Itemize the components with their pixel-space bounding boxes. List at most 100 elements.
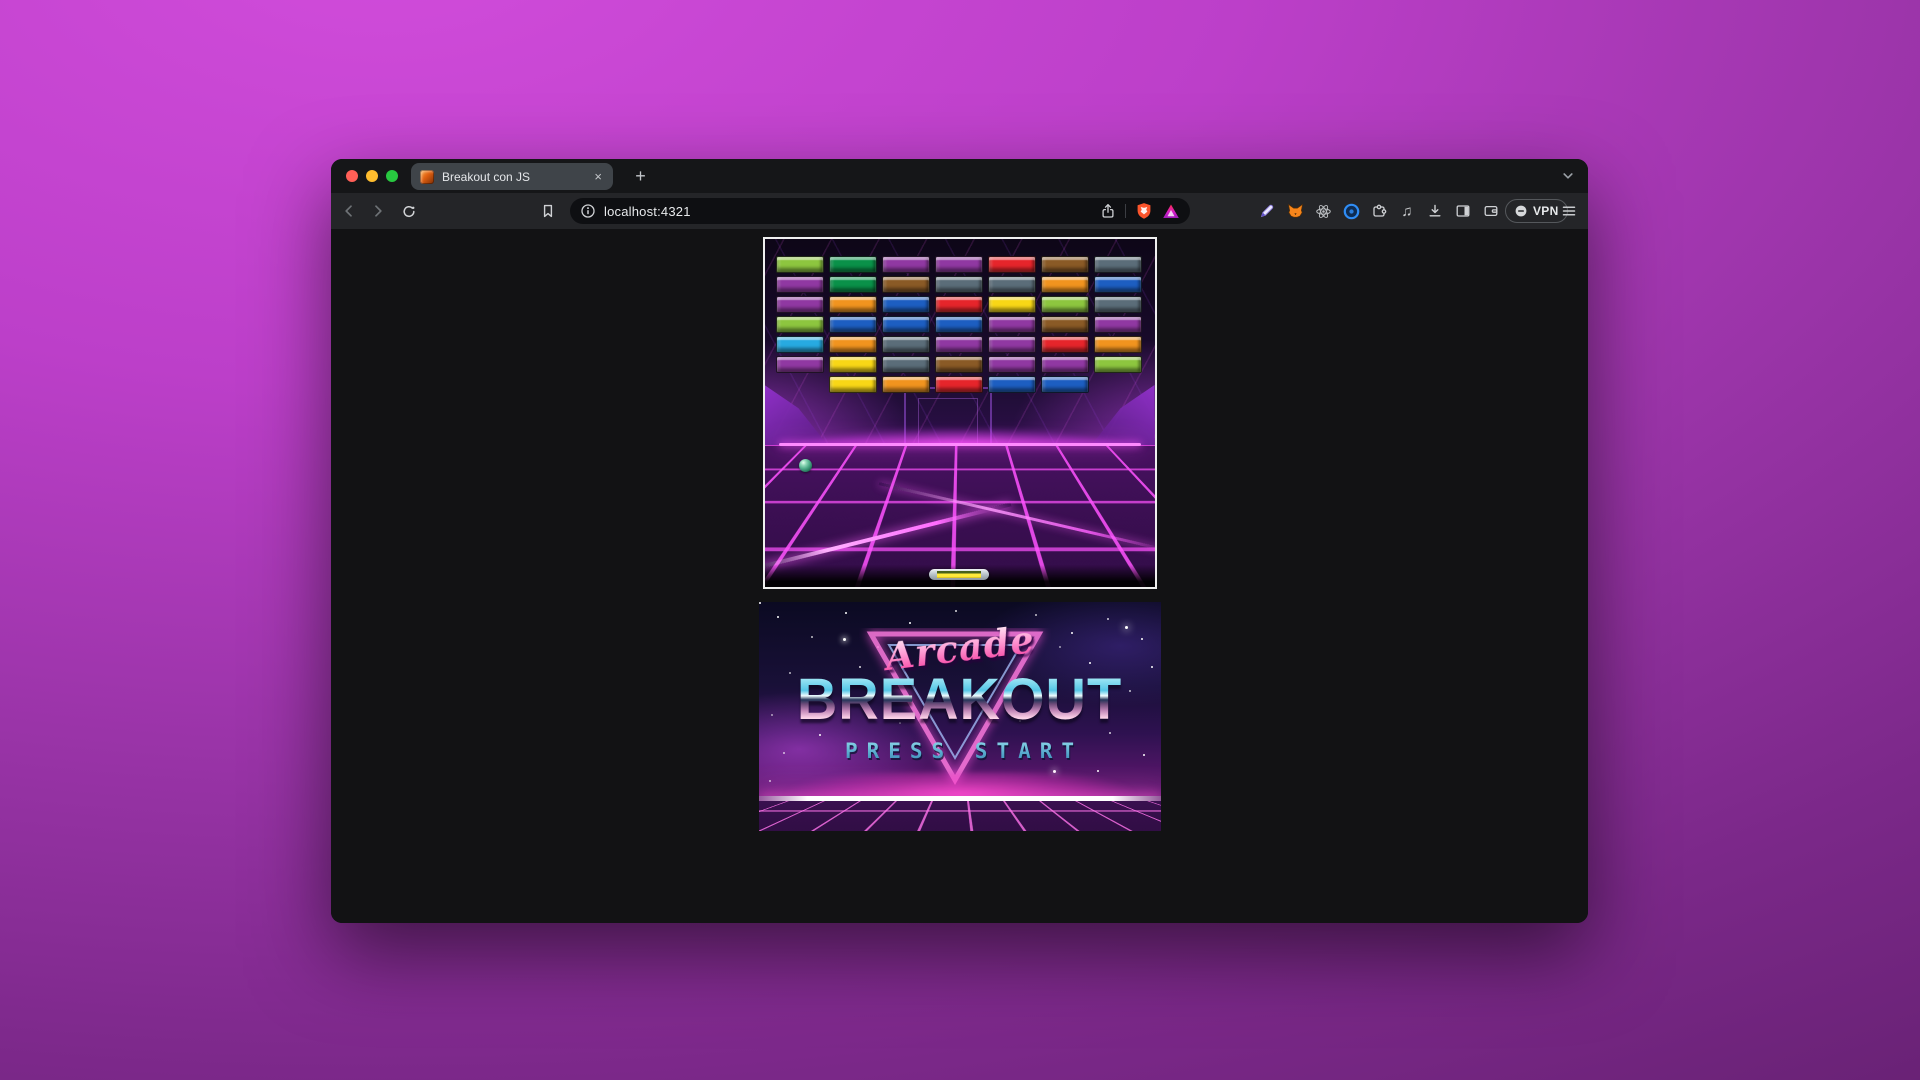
tab-favicon-icon (420, 170, 434, 184)
brick-purple (882, 256, 930, 273)
url-text[interactable]: localhost:4321 (604, 204, 691, 219)
site-info-icon[interactable] (580, 203, 596, 219)
brick-orange (829, 336, 877, 353)
brick-purple (776, 356, 824, 373)
brick-blue (988, 376, 1036, 393)
brick-lightgreen (1094, 356, 1142, 373)
brick-blue (1094, 276, 1142, 293)
media-music-icon[interactable]: ♫ (1398, 202, 1416, 220)
sidebar-icon[interactable] (1454, 202, 1472, 220)
traffic-light-minimize[interactable] (366, 170, 378, 182)
title-bottom-glow (759, 772, 1161, 808)
brick-purple (776, 276, 824, 293)
brick-darkgreen (829, 276, 877, 293)
vpn-button[interactable]: VPN (1505, 199, 1568, 223)
brick-blue (829, 316, 877, 333)
brick-blue (1041, 376, 1089, 393)
game-paddle (929, 569, 989, 580)
breakout-title-text: BREAKOUT (759, 665, 1161, 733)
brick-purple (935, 336, 983, 353)
back-button[interactable] (341, 203, 357, 219)
blue-ring-extension-icon[interactable] (1342, 202, 1360, 220)
pencil-extension-icon[interactable] (1258, 202, 1276, 220)
bookmark-icon[interactable] (540, 203, 556, 219)
brick-grid (776, 256, 1142, 393)
tab-title: Breakout con JS (442, 170, 592, 184)
brick-purple (988, 316, 1036, 333)
browser-window: Breakout con JS × + localhost:4321 (331, 159, 1588, 923)
brick-purple (988, 336, 1036, 353)
brick-yellow (829, 376, 877, 393)
traffic-light-zoom[interactable] (386, 170, 398, 182)
brick-red (935, 376, 983, 393)
brick-orange (1041, 276, 1089, 293)
title-screen-image: Arcade BREAKOUT PRESS START (759, 602, 1161, 831)
game-ball (799, 459, 812, 472)
vpn-status-icon (1514, 204, 1528, 218)
brave-shield-icon[interactable] (1135, 202, 1153, 220)
brick-gray (988, 276, 1036, 293)
tab-breakout[interactable]: Breakout con JS × (411, 163, 613, 190)
page-content: Arcade BREAKOUT PRESS START (331, 229, 1588, 923)
brick-purple (988, 356, 1036, 373)
tab-bar: Breakout con JS × + (331, 159, 1588, 193)
game-canvas[interactable] (763, 237, 1157, 589)
brick-red (935, 296, 983, 313)
brick-lightgreen (776, 316, 824, 333)
brick-blue (882, 296, 930, 313)
brick-brown (882, 276, 930, 293)
brick-brown (1041, 256, 1089, 273)
vpn-label: VPN (1533, 204, 1559, 218)
canvas-horizon-line (779, 443, 1141, 446)
url-bar[interactable]: localhost:4321 (570, 198, 1190, 224)
brick-gray (1094, 256, 1142, 273)
press-start-text: PRESS START (759, 739, 1161, 763)
reload-button[interactable] (401, 203, 417, 219)
extensions-puzzle-icon[interactable] (1370, 202, 1388, 220)
brick-orange (882, 376, 930, 393)
brick-purple (1094, 316, 1142, 333)
brick-lightgreen (1041, 296, 1089, 313)
brick-orange (1094, 336, 1142, 353)
brick-cyan (776, 336, 824, 353)
brick-brown (1041, 316, 1089, 333)
desktop-background: { "wallpaper": { "bright": "#d14cdb", "d… (0, 0, 1920, 1080)
brick-red (1041, 336, 1089, 353)
toolbar-divider (1125, 204, 1126, 218)
tab-close-icon[interactable]: × (592, 168, 604, 185)
share-icon[interactable] (1100, 203, 1116, 219)
menu-icon[interactable] (1561, 203, 1577, 219)
wallet-icon[interactable] (1482, 202, 1500, 220)
chevron-down-icon[interactable] (1561, 169, 1575, 183)
title-horizon-line (759, 796, 1161, 801)
brick-gray (1094, 296, 1142, 313)
brick-blue (882, 316, 930, 333)
atom-extension-icon[interactable] (1314, 202, 1332, 220)
downloads-icon[interactable] (1426, 202, 1444, 220)
brave-rewards-icon[interactable] (1162, 203, 1180, 220)
brick-brown (935, 356, 983, 373)
title-stars (759, 602, 761, 604)
brick-gray (935, 276, 983, 293)
brick-purple (935, 256, 983, 273)
traffic-light-close[interactable] (346, 170, 358, 182)
metamask-extension-icon[interactable] (1286, 202, 1304, 220)
extension-icons: ♫ (1258, 202, 1500, 220)
new-tab-button[interactable]: + (627, 163, 654, 190)
navigation-toolbar: localhost:4321 (331, 193, 1588, 229)
brick-darkgreen (829, 256, 877, 273)
brick-purple (1041, 356, 1089, 373)
traffic-lights (346, 170, 398, 182)
brick-yellow (988, 296, 1036, 313)
brick-blue (935, 316, 983, 333)
brick-gray (882, 336, 930, 353)
brick-orange (829, 296, 877, 313)
brick-gray (882, 356, 930, 373)
url-actions (1100, 202, 1180, 220)
paddle-band (937, 571, 981, 578)
brick-purple (776, 296, 824, 313)
brick-lightgreen (776, 256, 824, 273)
brick-red (988, 256, 1036, 273)
forward-button[interactable] (370, 203, 386, 219)
brick-yellow (829, 356, 877, 373)
